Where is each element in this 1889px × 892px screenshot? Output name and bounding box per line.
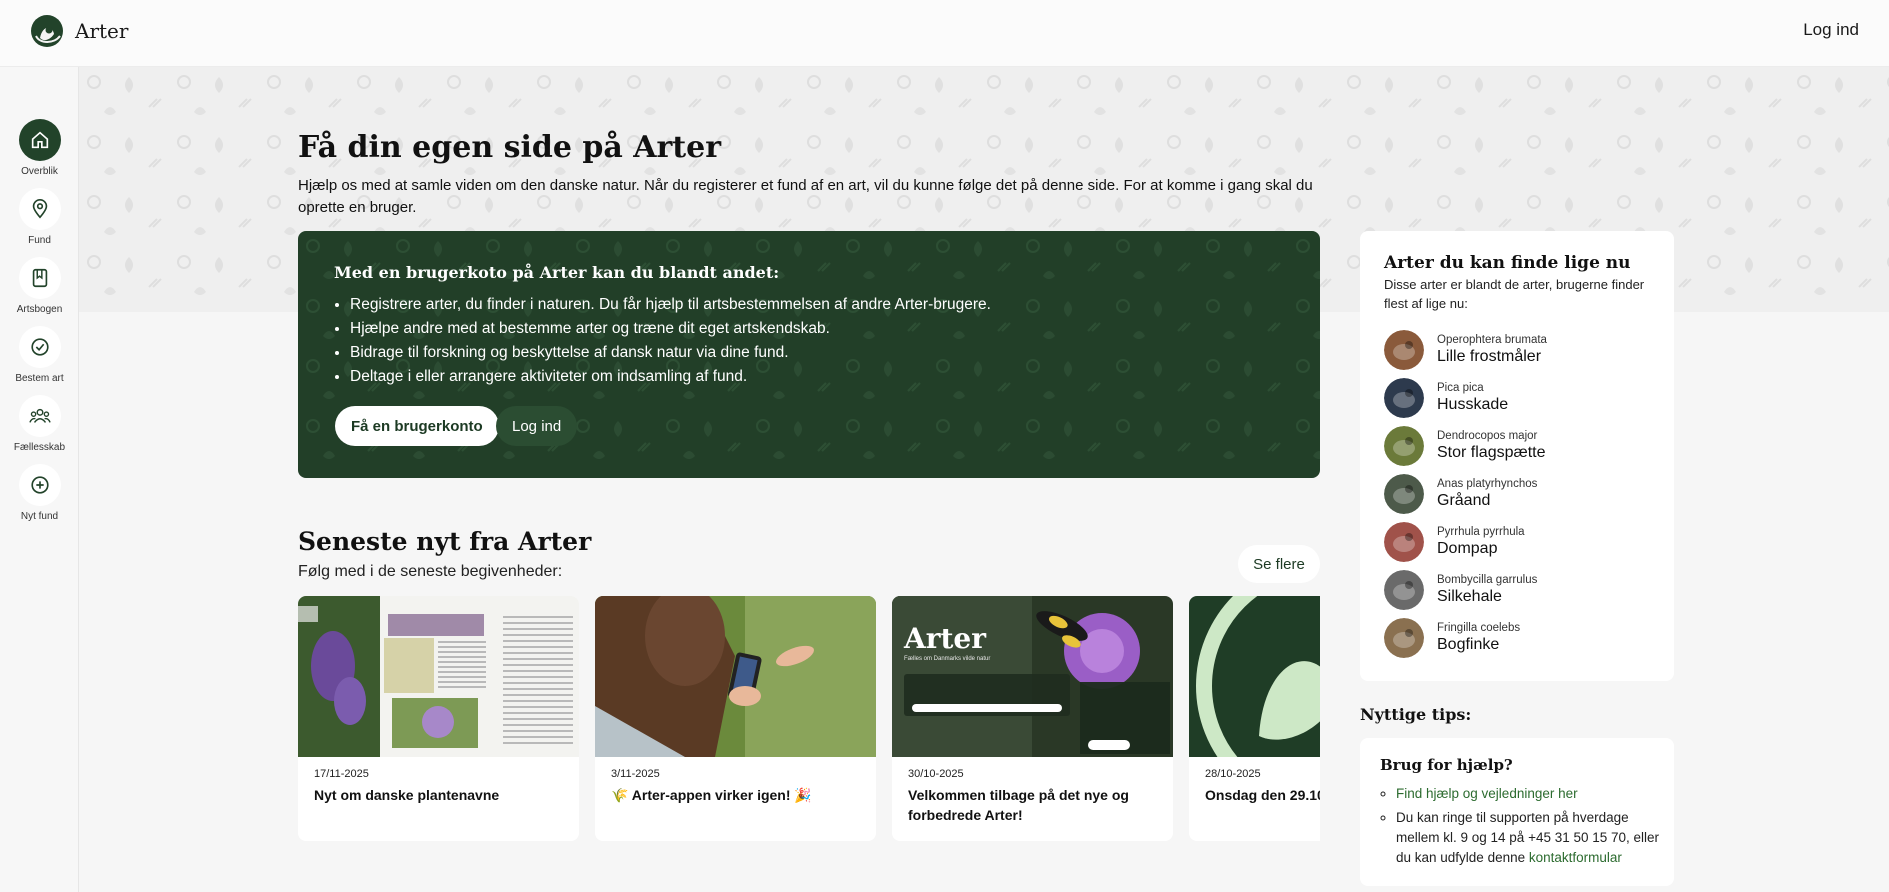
species-thumbnail [1384, 330, 1424, 370]
sidebar-item-label: Nyt fund [20, 511, 59, 522]
species-list-item[interactable]: Pyrrhula pyrrhula Dompap [1384, 522, 1654, 562]
news-card[interactable]: 3/11-2025 🌾 Arter-appen virker igen! 🎉 [595, 596, 876, 841]
list-item: Du kan ringe til supporten på hverdage m… [1396, 808, 1666, 868]
news-card-image-caption: Fælles om Danmarks vilde natur [904, 656, 991, 662]
sidebar-item-fund[interactable]: Fund [0, 188, 79, 246]
tips-heading: Nyttige tips: [1360, 705, 1472, 724]
community-icon [28, 408, 51, 423]
create-account-button[interactable]: Få en brugerkonto [335, 406, 499, 446]
hero-lead-text: Hjælp os med at samle viden om den dansk… [298, 177, 1313, 216]
list-item: Deltage i eller arrangere aktiviteter om… [350, 365, 991, 389]
sidebar-item-bestem-art[interactable]: Bestem art [0, 326, 79, 384]
signup-promo-panel: Med en brugerkoto på Arter kan du blandt… [298, 231, 1320, 478]
sidebar-item-label: Artsbogen [16, 304, 63, 315]
map-pin-icon [32, 199, 47, 219]
species-thumbnail [1384, 570, 1424, 610]
news-section-title: Seneste nyt fra Arter [298, 527, 592, 556]
sidebar-item-label: Fund [28, 235, 51, 246]
news-card-image [298, 596, 579, 757]
page-title: Få din egen side på Arter [298, 130, 722, 165]
sidebar-item-overblik[interactable]: Overblik [0, 119, 79, 177]
species-latin-name: Operophtera brumata [1437, 334, 1547, 346]
species-latin-name: Pyrrhula pyrrhula [1437, 526, 1525, 538]
list-item: Registrere arter, du finder i naturen. D… [350, 293, 991, 317]
news-card-date: 3/11-2025 [611, 768, 660, 780]
news-card[interactable]: 28/10-2025 Onsdag den 29.10. lu [1189, 596, 1320, 841]
promo-title: Med en brugerkoto på Arter kan du blandt… [334, 263, 780, 282]
species-list-item[interactable]: Operophtera brumata Lille frostmåler [1384, 330, 1654, 370]
species-common-name: Gråand [1437, 492, 1491, 509]
species-thumbnail [1384, 618, 1424, 658]
sidebar-item-artsbogen[interactable]: Artsbogen [0, 257, 79, 315]
login-link[interactable]: Log ind [1803, 20, 1859, 40]
news-card-image [595, 596, 876, 757]
species-common-name: Silkehale [1437, 588, 1502, 605]
species-thumbnail [1384, 522, 1424, 562]
help-guides-link[interactable]: Find hjælp og vejledninger her [1396, 786, 1578, 801]
news-section-subtitle: Følg med i de seneste begivenheder: [298, 563, 563, 580]
species-common-name: Lille frostmåler [1437, 348, 1542, 365]
species-common-name: Husskade [1437, 396, 1509, 413]
species-latin-name: Fringilla coelebs [1437, 622, 1521, 634]
species-latin-name: Bombycilla garrulus [1437, 574, 1538, 586]
sidebar: Overblik Fund Artsbogen Bestem art Fælle… [0, 67, 79, 892]
news-card-title: Velkommen tilbage på det nye og forbedre… [908, 787, 1129, 823]
news-cards-carousel: 17/11-2025 Nyt om danske plantenavne 3/1… [298, 596, 1320, 841]
news-card-date: 30/10-2025 [908, 768, 964, 780]
species-list-item[interactable]: Bombycilla garrulus Silkehale [1384, 570, 1654, 610]
list-item: Bidrage til forskning og beskyttelse af … [350, 341, 991, 365]
top-bar: Arter Log ind [0, 0, 1889, 67]
help-list: Find hjælp og vejledninger her Du kan ri… [1396, 784, 1666, 872]
news-card-title: 🌾 Arter-appen virker igen! 🎉 [611, 787, 812, 803]
check-circle-icon [30, 338, 49, 356]
species-list-item[interactable]: Fringilla coelebs Bogfinke [1384, 618, 1654, 658]
news-card[interactable]: Arter Fælles om Danmarks vilde natur 30/… [892, 596, 1173, 841]
species-thumbnail [1384, 426, 1424, 466]
species-latin-name: Dendrocopos major [1437, 430, 1538, 442]
home-icon [31, 131, 48, 149]
species-panel-description: Disse arter er blandt de arter, brugerne… [1384, 277, 1645, 311]
species-common-name: Stor flagspætte [1437, 444, 1546, 461]
sidebar-item-nyt-fund[interactable]: Nyt fund [0, 464, 79, 522]
promo-benefits-list: Registrere arter, du finder i naturen. D… [350, 293, 991, 389]
contact-form-link[interactable]: kontaktformular [1529, 850, 1622, 865]
news-card-title: Nyt om danske plantenavne [314, 787, 500, 803]
species-latin-name: Pica pica [1437, 382, 1484, 394]
news-card[interactable]: 17/11-2025 Nyt om danske plantenavne [298, 596, 579, 841]
species-thumbnail [1384, 474, 1424, 514]
species-list-item[interactable]: Pica pica Husskade [1384, 378, 1654, 418]
sidebar-item-faellesskab[interactable]: Fællesskab [0, 395, 79, 453]
news-card-image: Arter Fælles om Danmarks vilde natur [892, 596, 1173, 757]
news-card-date: 28/10-2025 [1205, 768, 1261, 780]
news-card-image [1189, 596, 1320, 757]
news-card-image-heading: Arter [904, 622, 986, 655]
sidebar-item-label: Fællesskab [13, 442, 66, 453]
species-latin-name: Anas platyrhynchos [1437, 478, 1538, 490]
species-list-item[interactable]: Dendrocopos major Stor flagspætte [1384, 426, 1654, 466]
arter-logo-icon[interactable] [30, 14, 64, 48]
news-card-title: Onsdag den 29.10. lu [1205, 787, 1320, 803]
help-panel-title: Brug for hjælp? [1380, 756, 1513, 774]
list-item: Hjælpe andre med at bestemme arter og tr… [350, 317, 991, 341]
sidebar-item-label: Overblik [21, 166, 58, 177]
species-list-item[interactable]: Anas platyrhynchos Gråand [1384, 474, 1654, 514]
see-more-button[interactable]: Se flere [1238, 545, 1320, 583]
species-thumbnail [1384, 378, 1424, 418]
species-now-panel: Arter du kan finde lige nu Disse arter e… [1360, 231, 1674, 681]
species-common-name: Dompap [1437, 540, 1498, 557]
brand-name[interactable]: Arter [75, 19, 128, 43]
list-item: Find hjælp og vejledninger her [1396, 784, 1666, 804]
plus-circle-icon [30, 476, 49, 494]
book-icon [32, 268, 47, 288]
help-panel: Brug for hjælp? Find hjælp og vejledning… [1360, 738, 1674, 886]
sidebar-item-label: Bestem art [15, 373, 64, 384]
species-common-name: Bogfinke [1437, 636, 1500, 653]
species-panel-title: Arter du kan finde lige nu [1384, 253, 1631, 273]
promo-login-button[interactable]: Log ind [496, 406, 578, 446]
news-card-date: 17/11-2025 [314, 768, 369, 780]
